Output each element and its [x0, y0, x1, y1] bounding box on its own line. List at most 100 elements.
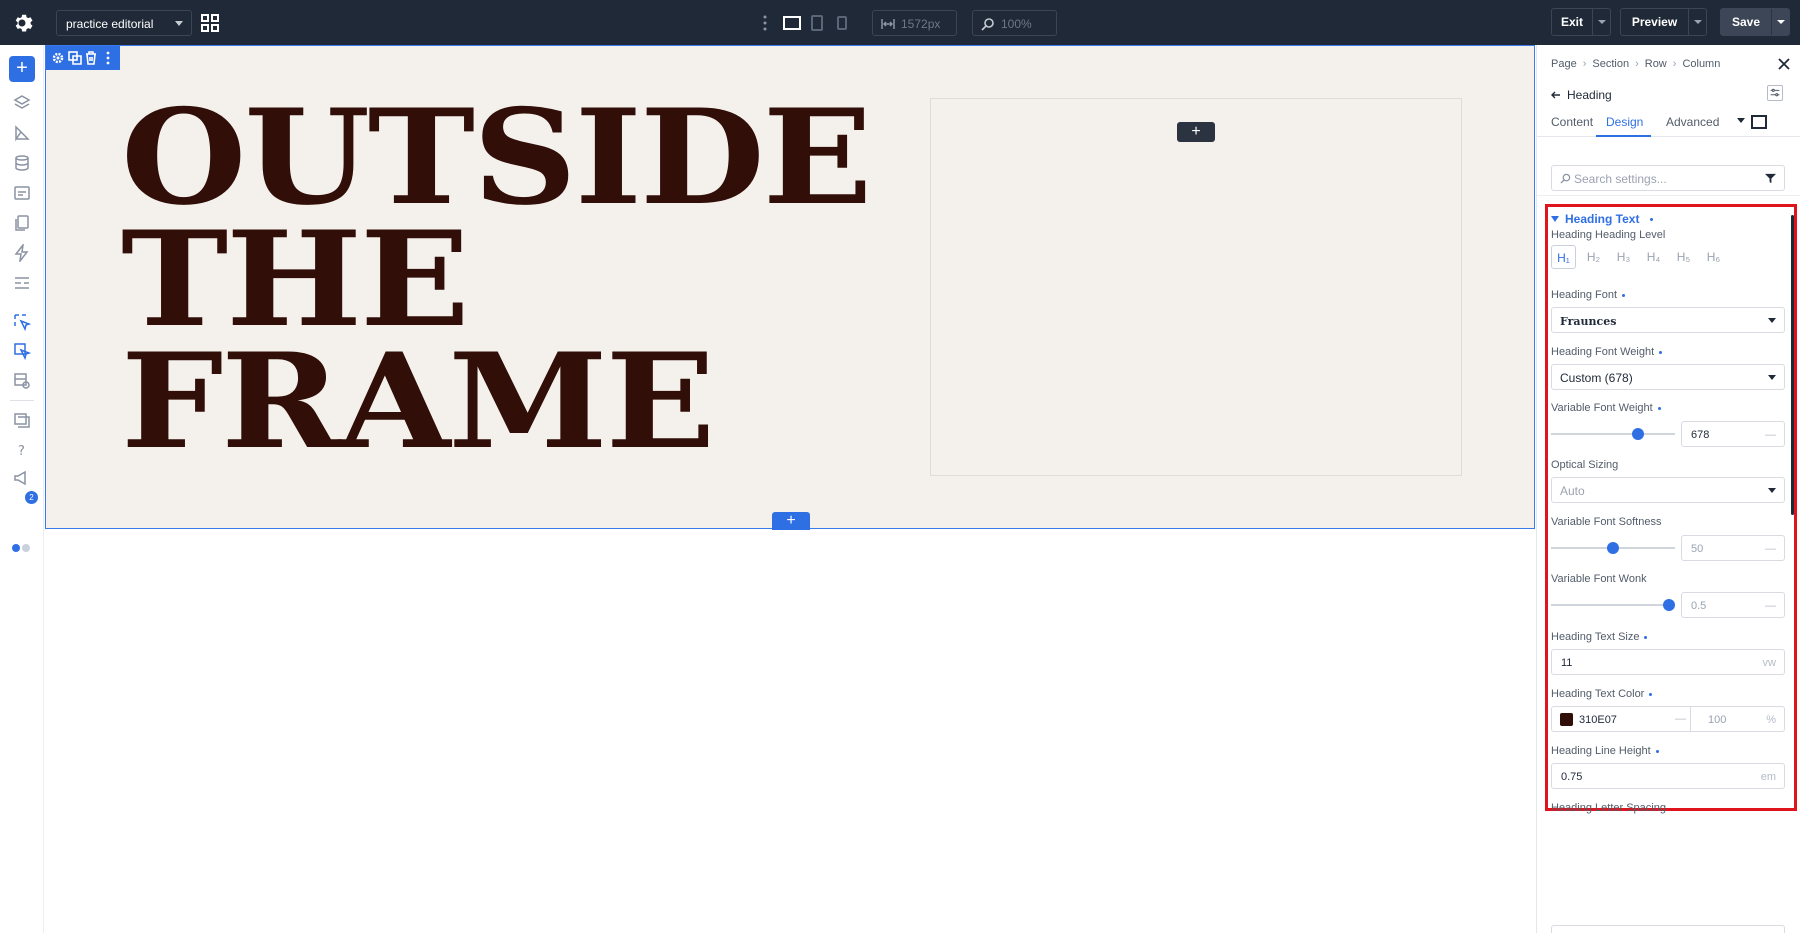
database-icon[interactable]: [13, 154, 31, 172]
save-label: Save: [1731, 15, 1761, 29]
add-module-button[interactable]: +: [1177, 122, 1215, 142]
breadcrumb-separator: ›: [1672, 58, 1677, 70]
zoom-icon: [981, 18, 994, 31]
heading-font-select[interactable]: Fraunces: [1551, 307, 1785, 333]
chevron-down-icon: [1768, 488, 1776, 493]
save-menu-toggle[interactable]: [1771, 9, 1789, 35]
sidebar-divider: [10, 400, 34, 401]
wonk-input[interactable]: 0.5 —: [1681, 592, 1785, 618]
select-element-icon[interactable]: [13, 313, 32, 332]
empty-column[interactable]: [930, 98, 1462, 476]
template-settings-icon[interactable]: [13, 372, 31, 390]
modified-dot: [1657, 406, 1661, 410]
view-mode-icon[interactable]: [1751, 114, 1767, 130]
wonk-slider[interactable]: [1551, 599, 1675, 611]
text-color-label-text: Heading Text Color: [1551, 688, 1645, 700]
design-library-icon[interactable]: [13, 124, 31, 142]
canvas-section[interactable]: OUTSIDE THE FRAME + +: [45, 45, 1535, 530]
tablet-view-icon[interactable]: [810, 13, 824, 33]
filter-icon[interactable]: [1765, 173, 1776, 184]
chevron-down-icon: [1768, 318, 1776, 323]
breadcrumb-item[interactable]: Column: [1682, 58, 1720, 70]
heading-level-h5[interactable]: H₅: [1671, 245, 1696, 269]
canvas-width-field[interactable]: 1572px: [872, 10, 957, 36]
duplicate-icon[interactable]: [67, 51, 82, 65]
drag-handle-icon[interactable]: [762, 14, 768, 32]
exit-label: Exit: [1560, 15, 1583, 29]
sliders-icon[interactable]: [1767, 85, 1783, 101]
optical-sizing-select[interactable]: Auto: [1551, 477, 1785, 503]
unit-label: —: [1765, 600, 1776, 612]
heading-level-h4[interactable]: H₄: [1641, 245, 1666, 269]
project-name: practice editorial: [66, 17, 154, 31]
variable-weight-input[interactable]: 678 —: [1681, 421, 1785, 447]
heading-level-h1[interactable]: H₁: [1551, 245, 1576, 269]
variable-weight-slider[interactable]: [1551, 428, 1675, 440]
sections-icon[interactable]: [13, 274, 31, 292]
breadcrumb-separator: ›: [1582, 58, 1587, 70]
exit-menu-toggle[interactable]: [1592, 9, 1610, 35]
breadcrumb-item[interactable]: Row: [1645, 58, 1667, 70]
breadcrumb-separator: ›: [1635, 58, 1639, 70]
phone-view-icon[interactable]: [836, 13, 848, 33]
tab-content[interactable]: Content: [1551, 115, 1593, 129]
slider-handle[interactable]: [1607, 542, 1619, 554]
lightning-icon[interactable]: [13, 242, 31, 264]
add-section-button[interactable]: +: [772, 512, 810, 530]
settings-icon[interactable]: [51, 51, 65, 65]
preview-label: Preview: [1631, 15, 1678, 29]
softness-input[interactable]: 50 —: [1681, 535, 1785, 561]
heading-element[interactable]: OUTSIDE THE FRAME: [121, 92, 872, 467]
exit-button[interactable]: Exit: [1551, 8, 1611, 36]
divider: [1690, 707, 1691, 731]
search-settings-input[interactable]: Search settings...: [1551, 165, 1785, 191]
window-icon[interactable]: [13, 411, 31, 429]
project-select[interactable]: practice editorial: [56, 10, 192, 36]
chevron-down-icon: [1768, 375, 1776, 380]
top-toolbar: practice editorial 1572px 100% Exit Prev…: [0, 0, 1800, 45]
heading-level-h3[interactable]: H₃: [1611, 245, 1636, 269]
canvas-width-value: 1572px: [901, 17, 941, 31]
caret-down-icon[interactable]: [1737, 118, 1745, 124]
preview-button[interactable]: Preview: [1620, 8, 1707, 36]
desktop-view-icon[interactable]: [782, 13, 802, 33]
preview-menu-toggle[interactable]: [1688, 9, 1706, 35]
layers-icon[interactable]: [13, 94, 31, 112]
megaphone-icon[interactable]: [13, 469, 31, 487]
heading-level-h2[interactable]: H₂: [1581, 245, 1606, 269]
color-dash: —: [1675, 713, 1686, 725]
forms-icon[interactable]: [13, 184, 31, 202]
tab-design[interactable]: Design: [1606, 115, 1643, 129]
heading-level-h6[interactable]: H₆: [1701, 245, 1726, 269]
line-height-input[interactable]: 0.75 em: [1551, 763, 1785, 789]
color-swatch[interactable]: [1560, 713, 1573, 726]
breadcrumb-item[interactable]: Page: [1551, 58, 1577, 70]
softness-slider[interactable]: [1551, 542, 1675, 554]
breadcrumb-item[interactable]: Section: [1592, 58, 1629, 70]
panel-scrollbar[interactable]: [1791, 215, 1794, 515]
toggle-icon[interactable]: [11, 540, 33, 552]
letter-spacing-input[interactable]: [1551, 925, 1785, 933]
color-opacity-value[interactable]: 100: [1708, 714, 1726, 726]
text-size-input[interactable]: 11 vw: [1551, 649, 1785, 675]
pages-icon[interactable]: [13, 214, 31, 232]
multi-select-icon[interactable]: [13, 342, 32, 361]
more-options-icon[interactable]: [101, 51, 115, 65]
line-height-label-text: Heading Line Height: [1551, 745, 1651, 757]
help-icon[interactable]: ?: [13, 441, 31, 459]
heading-font-label-text: Heading Font: [1551, 289, 1618, 301]
trash-icon[interactable]: [84, 51, 98, 65]
gear-icon[interactable]: [10, 11, 34, 35]
slider-handle[interactable]: [1662, 599, 1675, 611]
font-weight-select[interactable]: Custom (678): [1551, 364, 1785, 390]
tab-advanced[interactable]: Advanced: [1666, 115, 1719, 129]
zoom-field[interactable]: 100%: [972, 10, 1057, 36]
grid-icon[interactable]: [201, 14, 219, 32]
slider-handle[interactable]: [1631, 428, 1644, 440]
add-element-button[interactable]: +: [9, 56, 35, 82]
text-color-input[interactable]: 310E07 — 100 %: [1551, 706, 1785, 732]
close-icon[interactable]: [1777, 57, 1791, 71]
back-arrow-icon[interactable]: [1551, 90, 1561, 100]
save-button[interactable]: Save: [1720, 8, 1790, 36]
text-size-label: Heading Text Size: [1551, 631, 1648, 643]
